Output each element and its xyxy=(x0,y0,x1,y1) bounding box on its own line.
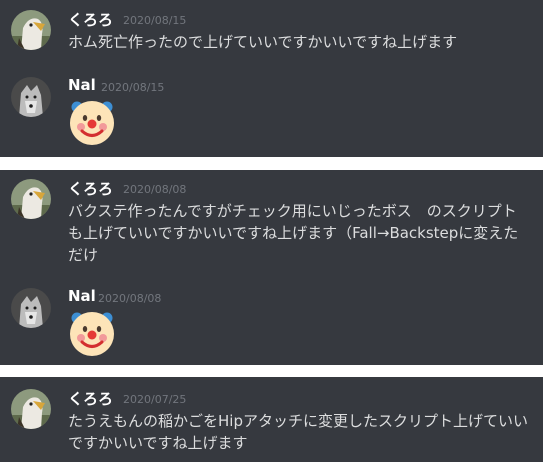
author-name[interactable]: Nal xyxy=(68,287,96,305)
message-timestamp: 2020/08/15 xyxy=(101,81,165,94)
message-content: ホム死亡作ったので上げていいですかいいですね上げます xyxy=(68,33,458,51)
message-content: たうえもんの稲かごをHipアタッチに変更したスクリプト上げていいですかいいですね… xyxy=(68,412,528,452)
clown-face-icon[interactable] xyxy=(67,96,117,146)
author-name[interactable]: くろろ xyxy=(68,388,113,409)
chat-panel: くろろ 2020/08/15 ホム死亡作ったので上げていいですかいいですね上げま… xyxy=(0,0,543,157)
eagle-avatar-icon[interactable] xyxy=(11,179,51,219)
eagle-avatar-icon[interactable] xyxy=(11,10,51,50)
wolf-avatar-icon[interactable] xyxy=(11,288,51,328)
wolf-avatar-icon[interactable] xyxy=(11,77,51,117)
author-name[interactable]: くろろ xyxy=(68,9,113,30)
eagle-avatar-icon[interactable] xyxy=(11,389,51,429)
chat-panel: くろろ 2020/07/25 たうえもんの稲かごをHipアタッチに変更したスクリ… xyxy=(0,377,543,462)
clown-face-icon[interactable] xyxy=(67,307,117,357)
chat-panel: くろろ 2020/08/08 バクステ作ったんですがチェック用にいじったボス の… xyxy=(0,170,543,365)
author-name[interactable]: Nal xyxy=(68,76,96,94)
author-name[interactable]: くろろ xyxy=(68,178,113,199)
message-timestamp: 2020/08/15 xyxy=(123,14,187,27)
message-timestamp: 2020/08/08 xyxy=(98,292,162,305)
message-content: バクステ作ったんですがチェック用にいじったボス のスクリプトも上げていいですかい… xyxy=(68,202,519,264)
message-timestamp: 2020/07/25 xyxy=(123,393,187,406)
message-timestamp: 2020/08/08 xyxy=(123,183,187,196)
